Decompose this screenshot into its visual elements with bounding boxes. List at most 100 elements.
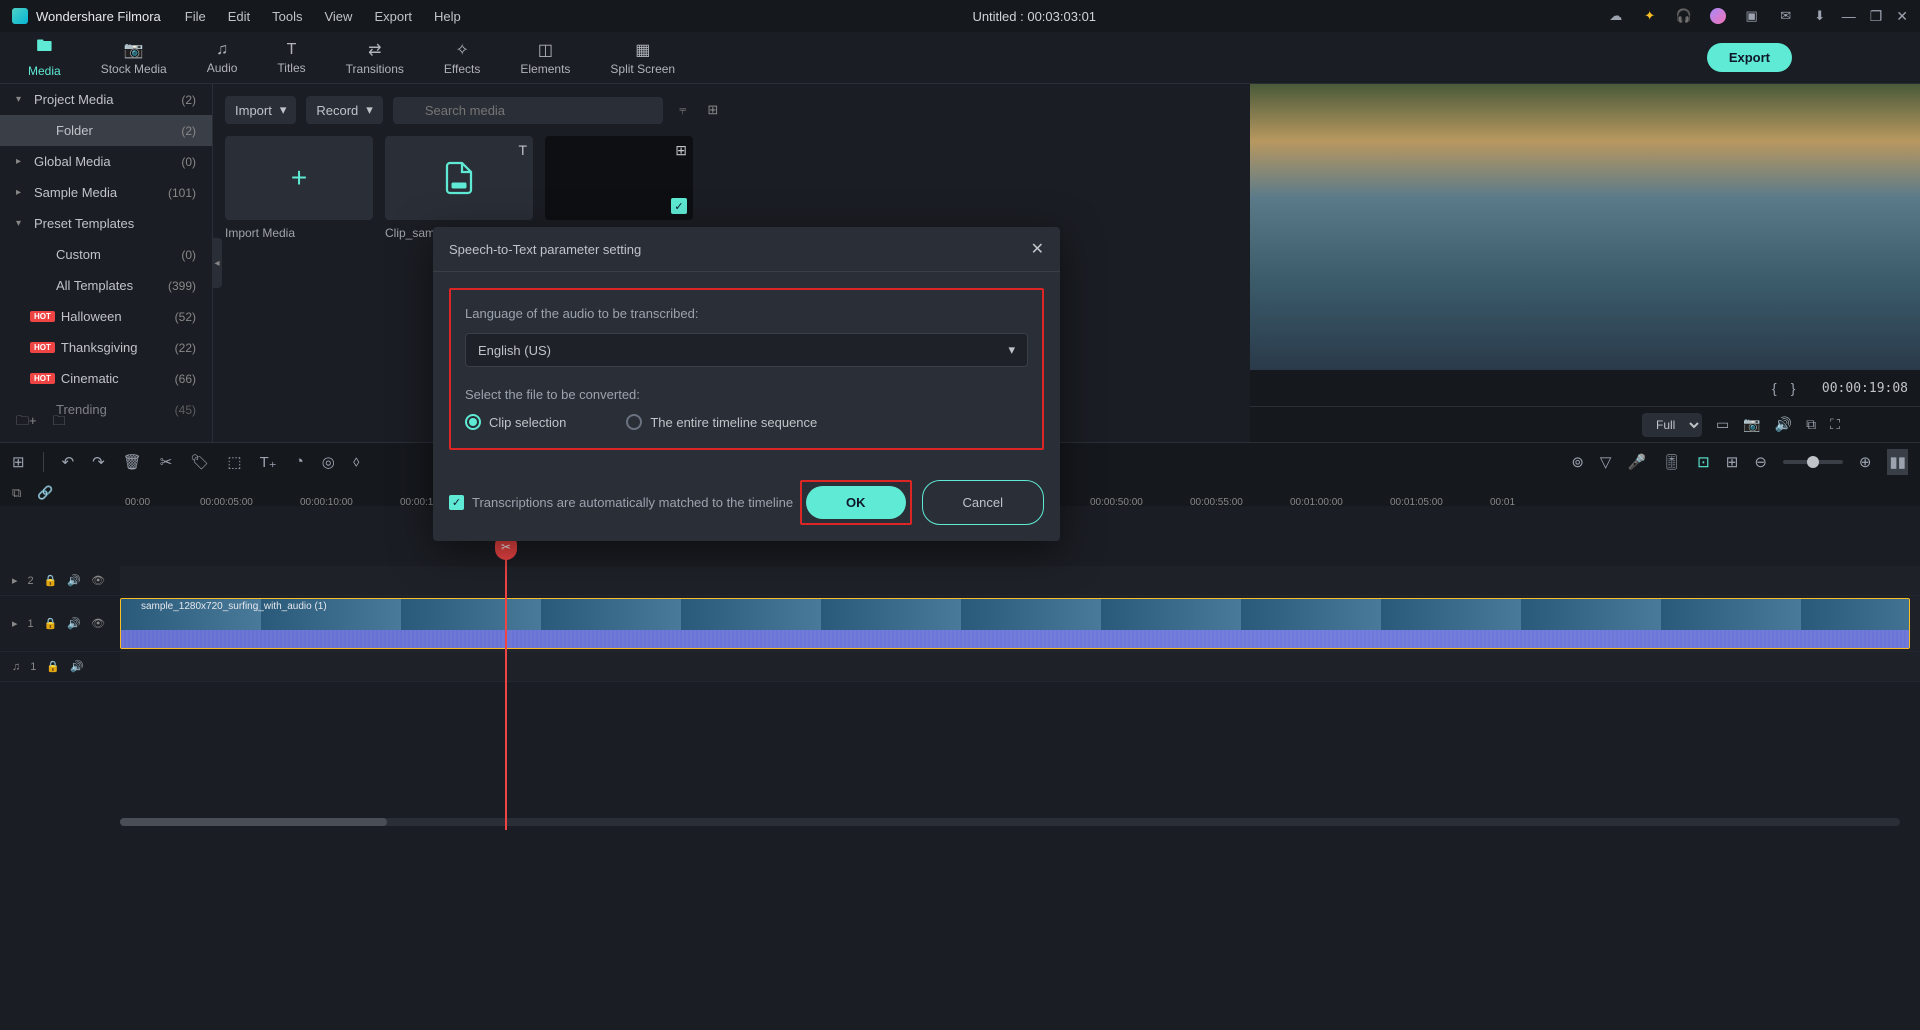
mute-icon[interactable]: 🔊 [67, 617, 81, 630]
collapse-sidebar-handle[interactable]: ◂ [212, 238, 222, 288]
filter-icon[interactable]: ⫧ [673, 102, 693, 118]
audio-track-icon: ♫ [12, 661, 20, 673]
display-icon[interactable]: ▭ [1716, 416, 1729, 433]
render-icon[interactable]: ⊚ [1571, 453, 1584, 471]
menu-export[interactable]: Export [374, 9, 412, 24]
idea-icon[interactable]: ✦ [1642, 8, 1658, 24]
sidebar-item-all-templates[interactable]: All Templates(399) [0, 270, 212, 301]
tab-split-screen[interactable]: ▦Split Screen [590, 34, 695, 82]
tools-icon[interactable]: ⊞ [12, 453, 25, 471]
zoom-slider[interactable] [1783, 460, 1843, 464]
maximize-button[interactable]: ❐ [1870, 8, 1883, 25]
ok-button[interactable]: OK [806, 486, 906, 519]
tab-elements[interactable]: ◫Elements [500, 34, 590, 82]
lock-icon[interactable]: 🔒 [44, 617, 58, 630]
pip-icon[interactable]: ⧉ [1806, 416, 1816, 433]
zoom-in-icon[interactable]: ⊕ [1859, 453, 1872, 471]
tab-media[interactable]: 🖿Media [8, 29, 81, 86]
sidebar-item-custom[interactable]: Custom(0) [0, 239, 212, 270]
zoom-out-icon[interactable]: ⊖ [1754, 453, 1767, 471]
redo-icon[interactable]: ↷ [92, 453, 105, 471]
sidebar-item-global-media[interactable]: ▸Global Media(0) [0, 146, 212, 177]
bracket-open-icon[interactable]: { [1772, 380, 1777, 396]
fullscreen-icon[interactable]: ⛶ [1830, 416, 1840, 433]
undo-icon[interactable]: ↶ [62, 453, 75, 471]
keyframe-icon[interactable]: ⬨ [353, 453, 360, 470]
media-item-video-clip[interactable]: ⊞✓ sample_1280x720_surfin... [545, 136, 693, 240]
timeline-clip[interactable]: ▸ sample_1280x720_surfing_with_audio (1) [120, 598, 1910, 649]
volume-icon[interactable]: 🔊 [1775, 416, 1792, 433]
quality-select[interactable]: Full [1642, 413, 1702, 437]
sidebar-item-sample-media[interactable]: ▸Sample Media(101) [0, 177, 212, 208]
snapshot-icon[interactable]: 📷 [1743, 416, 1760, 433]
fit-icon[interactable]: ▮▮ [1887, 449, 1908, 475]
timeline-scrollbar[interactable] [120, 818, 1900, 826]
sidebar-item-thanksgiving[interactable]: HOTThanksgiving(22) [0, 332, 212, 363]
text-tool-icon[interactable]: T₊ [260, 453, 277, 471]
sidebar-item-cinematic[interactable]: HOTCinematic(66) [0, 363, 212, 394]
menu-tools[interactable]: Tools [272, 9, 302, 24]
sidebar-item-preset-templates[interactable]: ▾Preset Templates [0, 208, 212, 239]
marker-icon[interactable]: ▽ [1600, 453, 1612, 471]
timeline-options-icon[interactable]: ⧉ [12, 485, 21, 501]
tab-transitions[interactable]: ⇄Transitions [326, 34, 424, 82]
bracket-close-icon[interactable]: } [1791, 380, 1796, 396]
tab-audio[interactable]: ♫Audio [187, 35, 258, 81]
radio-clip-selection[interactable]: Clip selection [465, 414, 566, 430]
close-button[interactable]: ✕ [1896, 8, 1908, 25]
sidebar-item-folder[interactable]: Folder(2) [0, 115, 212, 146]
export-button[interactable]: Export [1707, 43, 1792, 72]
tab-stock-media[interactable]: 📷Stock Media [81, 34, 187, 82]
lock-icon[interactable]: 🔒 [44, 574, 58, 587]
delete-icon[interactable]: 🗑 [123, 453, 142, 471]
preview-video[interactable] [1250, 84, 1920, 370]
tab-effects[interactable]: ✧Effects [424, 34, 500, 82]
avatar-icon[interactable] [1710, 8, 1726, 24]
save-icon[interactable]: ▣ [1744, 8, 1760, 24]
minimize-button[interactable]: — [1842, 8, 1856, 25]
menu-view[interactable]: View [324, 9, 352, 24]
folder-icon[interactable]: 🗀 [53, 412, 66, 434]
sidebar: ▾Project Media(2) Folder(2) ▸Global Medi… [0, 84, 213, 442]
auto-match-checkbox-row[interactable]: ✓ Transcriptions are automatically match… [449, 495, 793, 510]
menu-help[interactable]: Help [434, 9, 461, 24]
media-item-import[interactable]: + Import Media [225, 136, 373, 240]
dialog-close-button[interactable]: ✕ [1031, 239, 1044, 259]
visibility-icon[interactable]: 👁 [91, 574, 105, 587]
ok-highlight-region: OK [800, 480, 912, 525]
cloud-icon[interactable]: ☁ [1608, 8, 1624, 24]
auto-icon[interactable]: ⊡ [1697, 453, 1710, 471]
add-track-icon[interactable]: ⊞ [1726, 453, 1739, 471]
color-icon[interactable]: ◎ [322, 453, 335, 471]
split-icon: ▦ [635, 40, 650, 60]
tab-titles[interactable]: TTitles [257, 35, 325, 81]
sidebar-item-project-media[interactable]: ▾Project Media(2) [0, 84, 212, 115]
headphones-icon[interactable]: 🎧 [1676, 8, 1692, 24]
language-select[interactable]: English (US) ▾ [465, 333, 1028, 367]
record-dropdown[interactable]: Record▾ [306, 96, 382, 124]
lock-icon[interactable]: 🔒 [46, 660, 60, 673]
tag-icon[interactable]: 🏷 [190, 453, 209, 471]
cancel-button[interactable]: Cancel [922, 480, 1044, 525]
radio-entire-timeline[interactable]: The entire timeline sequence [626, 414, 817, 430]
link-icon[interactable]: 🔗 [37, 485, 53, 501]
mute-icon[interactable]: 🔊 [67, 574, 81, 587]
cut-icon[interactable]: ✂ [160, 453, 173, 471]
download-icon[interactable]: ⬇ [1812, 8, 1828, 24]
mixer-icon[interactable]: 🎚 [1662, 453, 1681, 471]
visibility-icon[interactable]: 👁 [91, 617, 105, 630]
mail-icon[interactable]: ✉ [1778, 8, 1794, 24]
voiceover-icon[interactable]: 🎤 [1627, 453, 1646, 471]
crop-icon[interactable]: ⬚ [227, 453, 241, 471]
grid-view-icon[interactable]: ⊞ [703, 102, 723, 118]
sidebar-item-halloween[interactable]: HOTHalloween(52) [0, 301, 212, 332]
search-input[interactable] [393, 97, 663, 124]
menu-file[interactable]: File [185, 9, 206, 24]
dialog-title: Speech-to-Text parameter setting [449, 242, 641, 257]
media-item-subtitle-clip[interactable]: T SUB Clip_sample_1280x720_s... [385, 136, 533, 240]
new-folder-icon[interactable]: 🗀+ [16, 412, 37, 434]
import-dropdown[interactable]: Import▾ [225, 96, 296, 124]
mute-icon[interactable]: 🔊 [70, 660, 84, 673]
speed-icon[interactable]: ◔ [295, 453, 304, 470]
menu-edit[interactable]: Edit [228, 9, 250, 24]
